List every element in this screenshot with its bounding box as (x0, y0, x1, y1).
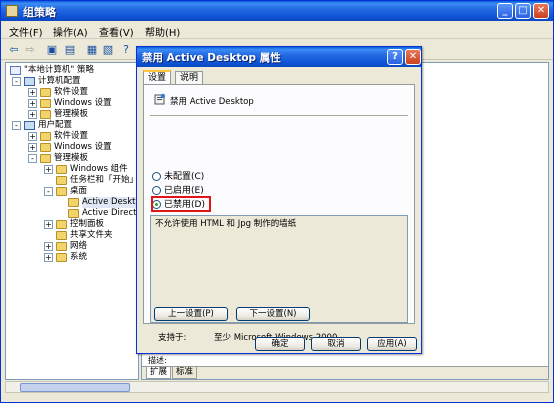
setting-icon (154, 93, 166, 105)
dialog-help-button[interactable]: ? (387, 49, 403, 65)
group-policy-icon (6, 5, 18, 17)
folder-icon (40, 132, 51, 141)
supported-label: 支持于: (158, 333, 187, 343)
description-text: 不允许使用 HTML 和 Jpg 制作的墙纸 (155, 219, 297, 229)
expand-toggle[interactable]: + (28, 110, 37, 119)
console-tree[interactable]: "本地计算机" 策略 - 计算机配置 + 软件设置 + Windows 设置 +… (5, 62, 139, 380)
expand-toggle[interactable]: + (44, 242, 53, 251)
properties-dialog: 禁用 Active Desktop 属性 ? ✕ 设置 说明 禁用 Active… (136, 46, 422, 354)
highlight-annotation (151, 196, 211, 212)
policy-icon (10, 66, 21, 75)
setting-name: 禁用 Active Desktop (170, 97, 254, 107)
expand-toggle[interactable]: + (28, 88, 37, 97)
menu-help[interactable]: 帮助(H) (145, 24, 180, 39)
expand-toggle[interactable]: + (44, 165, 53, 174)
separator (150, 115, 408, 117)
cancel-button[interactable]: 取消 (311, 337, 361, 351)
tab-standard[interactable]: 标准 (172, 367, 198, 379)
scrollbar-thumb[interactable] (20, 383, 130, 392)
menu-file[interactable]: 文件(F) (9, 24, 43, 39)
folder-icon (40, 143, 51, 152)
tab-settings[interactable]: 设置 (143, 70, 172, 85)
menu-view[interactable]: 查看(V) (99, 24, 134, 39)
computer-icon (24, 77, 35, 86)
folder-icon (56, 220, 67, 229)
up-folder-icon[interactable]: ▣ (45, 43, 59, 57)
apply-button[interactable]: 应用(A) (367, 337, 417, 351)
tab-explain[interactable]: 说明 (175, 71, 204, 85)
folder-icon (56, 253, 67, 262)
collapse-toggle[interactable]: - (12, 121, 21, 130)
export-icon[interactable]: ▧ (101, 43, 115, 57)
folder-icon (56, 242, 67, 251)
view-tabs: 扩展 标准 (142, 366, 548, 379)
folder-icon (56, 187, 67, 196)
expand-toggle[interactable]: + (28, 143, 37, 152)
user-icon (24, 121, 35, 130)
folder-icon (40, 154, 51, 163)
description-fragment: 描述: (148, 356, 167, 365)
next-setting-button[interactable]: 下一设置(N) (236, 307, 310, 321)
close-button[interactable]: ✕ (533, 3, 549, 19)
radio-button[interactable] (152, 186, 161, 195)
menu-action[interactable]: 操作(A) (53, 24, 88, 39)
folder-icon (68, 209, 79, 218)
tab-extended[interactable]: 扩展 (146, 367, 172, 379)
menu-bar: 文件(F) 操作(A) 查看(V) 帮助(H) (1, 22, 553, 39)
folder-icon (56, 231, 67, 240)
expand-toggle[interactable]: + (28, 99, 37, 108)
radio-button[interactable] (152, 172, 161, 181)
show-tree-icon[interactable]: ▤ (63, 43, 77, 57)
help-icon[interactable]: ? (119, 43, 133, 57)
expand-toggle[interactable]: + (44, 253, 53, 262)
folder-icon (40, 88, 51, 97)
previous-setting-button[interactable]: 上一设置(P) (154, 307, 228, 321)
settings-panel: 禁用 Active Desktop 未配置(C) 已启用(E) 已禁用(D) 不… (143, 84, 415, 343)
dialog-title: 禁用 Active Desktop 属性 (142, 52, 281, 64)
collapse-toggle[interactable]: - (28, 154, 37, 163)
main-title: 组策略 (23, 6, 56, 19)
folder-icon (56, 165, 67, 174)
folder-icon (40, 99, 51, 108)
properties-icon[interactable]: ▦ (85, 43, 99, 57)
ok-button[interactable]: 确定 (255, 337, 305, 351)
main-titlebar[interactable]: 组策略 _ □ ✕ (1, 1, 553, 21)
horizontal-scrollbar[interactable] (5, 381, 549, 393)
dialog-titlebar[interactable]: 禁用 Active Desktop 属性 ? ✕ (137, 47, 421, 67)
forward-arrow-icon[interactable]: ⇨ (23, 43, 37, 57)
back-arrow-icon[interactable]: ⇦ (7, 43, 21, 57)
maximize-button[interactable]: □ (515, 3, 531, 19)
collapse-toggle[interactable]: - (44, 187, 53, 196)
collapse-toggle[interactable]: - (12, 77, 21, 86)
folder-icon (68, 198, 79, 207)
expand-toggle[interactable]: + (28, 132, 37, 141)
dialog-close-button[interactable]: ✕ (405, 49, 421, 65)
minimize-button[interactable]: _ (497, 3, 513, 19)
expand-toggle[interactable]: + (44, 220, 53, 229)
folder-icon (40, 110, 51, 119)
folder-icon (56, 176, 67, 185)
